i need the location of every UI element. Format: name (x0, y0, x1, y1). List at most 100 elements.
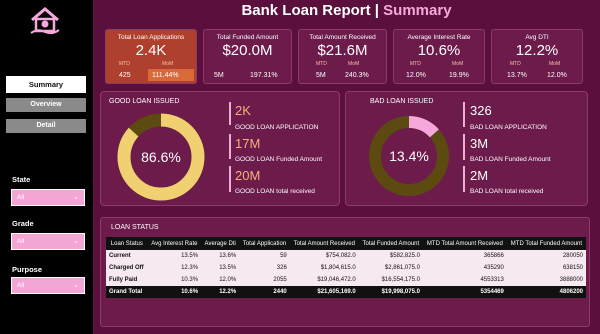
good-loan-applications-label: GOOD LOAN APPLICATION (235, 124, 319, 131)
purpose-dropdown[interactable]: All ⌄ (11, 277, 85, 294)
nav-detail-button[interactable]: Detail (6, 119, 86, 133)
kpi-mom: 197.31% (250, 72, 278, 79)
table-cell: Charged Off (106, 262, 148, 274)
kpi-value: 12.2% (515, 42, 559, 59)
kpi-mom-label: MoM (549, 61, 561, 67)
kpi-total-received[interactable]: Total Amount Received $21.6M MTD MoM 5M … (298, 29, 387, 84)
table-row[interactable]: Current 13.5% 13.6% 59 $754,082.0 $582,8… (106, 250, 586, 262)
purpose-filter-label: Purpose (12, 265, 43, 274)
table-cell: $21,605,169.0 (289, 286, 359, 298)
kpi-mom: 19.9% (449, 72, 469, 79)
bad-loan-panel: BAD LOAN ISSUED 13.4% 326 BAD LOAN APPLI… (345, 91, 588, 206)
state-dropdown[interactable]: All ⌄ (11, 189, 85, 206)
kpi-total-funded[interactable]: Total Funded Amount $20.0M 5M 197.31% (203, 29, 292, 84)
table-cell: 12.2% (201, 286, 240, 298)
kpi-mom-label: MoM (162, 61, 174, 67)
stat-divider (229, 102, 231, 125)
bad-loan-applications-value: 326 (470, 103, 492, 118)
table-cell: Current (106, 250, 148, 262)
table-cell: 13.6% (201, 250, 240, 262)
table-cell: $16,554,175.0 (358, 274, 423, 286)
column-header[interactable]: Total Application (239, 237, 290, 250)
kpi-mtd: 5M (316, 72, 326, 79)
kpi-mom: 111.44% (152, 72, 179, 79)
stat-divider (463, 134, 465, 160)
kpi-mom: 240.3% (345, 72, 369, 79)
column-header[interactable]: Average Dti (201, 237, 240, 250)
good-loan-percent: 86.6% (141, 149, 181, 165)
kpi-title: Average Interest Rate (407, 34, 471, 41)
bad-loan-funded-value: 3M (470, 136, 489, 151)
purpose-dropdown-value: All (17, 282, 25, 289)
good-loan-donut: 86.6% (117, 113, 205, 201)
table-cell: 326 (239, 262, 290, 274)
nav-summary-button[interactable]: Summary (6, 76, 86, 93)
good-loan-funded-value: 17M (235, 136, 261, 151)
table-cell: 4806200 (506, 286, 586, 298)
kpi-title: Avg DTI (525, 34, 549, 41)
kpi-mtd-label: MTD (119, 61, 130, 67)
kpi-mtd: 12.0% (406, 72, 426, 79)
kpi-total-applications[interactable]: Total Loan Applications 2.4K MTD MoM 425… (105, 29, 197, 84)
table-row[interactable]: Charged Off 12.3% 13.5% 326 $1,804,615.0… (106, 262, 586, 274)
grade-filter-label: Grade (12, 219, 34, 228)
state-dropdown-value: All (17, 194, 25, 201)
table-total-row[interactable]: Grand Total 10.6% 12.2% 2440 $21,605,169… (106, 286, 586, 298)
table-cell: 12.0% (201, 274, 240, 286)
bad-loan-received-label: BAD LOAN total received (470, 188, 544, 195)
stat-divider (229, 166, 231, 192)
page-title: Bank Loan Report | Summary (93, 2, 600, 19)
kpi-mom-label: MoM (452, 61, 464, 67)
table-cell: 4553313 (422, 274, 507, 286)
bad-loan-funded-label: BAD LOAN Funded Amount (470, 156, 551, 163)
table-cell: $582,825.0 (358, 250, 423, 262)
table-cell: 10.3% (147, 274, 202, 286)
kpi-mtd: 13.7% (507, 72, 527, 79)
table-cell: $2,861,075.0 (358, 262, 423, 274)
kpi-mtd-label: MTD (410, 61, 421, 67)
table-cell: 59 (239, 250, 290, 262)
table-row[interactable]: Fully Paid 10.3% 12.0% 2055 $19,046,472.… (106, 274, 586, 286)
kpi-value: $20.0M (222, 42, 273, 59)
kpi-avg-interest[interactable]: Average Interest Rate 10.6% MTD MoM 12.0… (393, 29, 485, 84)
nav-overview-button[interactable]: Overview (6, 98, 86, 112)
table-cell: $1,804,615.0 (289, 262, 359, 274)
loan-status-title: LOAN STATUS (111, 224, 159, 231)
chevron-down-icon: ⌄ (73, 194, 79, 201)
title-separator: | (370, 2, 384, 19)
kpi-title: Total Amount Received (309, 34, 376, 41)
table-cell: 638150 (506, 262, 586, 274)
column-header[interactable]: Avg Interest Rate (147, 237, 202, 250)
bad-loan-applications-label: BAD LOAN APPLICATION (470, 124, 547, 131)
bad-loan-percent: 13.4% (389, 148, 429, 164)
table-cell: 12.3% (147, 262, 202, 274)
grade-dropdown[interactable]: All ⌄ (11, 233, 85, 250)
bank-home-logo-icon (30, 7, 60, 35)
table-cell: $19,998,075.0 (358, 286, 423, 298)
table-cell: $754,082.0 (289, 250, 359, 262)
bad-loan-received-value: 2M (470, 168, 489, 183)
column-header[interactable]: MTD Total Funded Amount (506, 237, 586, 250)
bad-loan-title: BAD LOAN ISSUED (370, 98, 434, 105)
column-header[interactable]: Loan Status (106, 237, 148, 250)
bad-loan-donut: 13.4% (369, 116, 449, 196)
table-cell: Grand Total (106, 286, 148, 298)
kpi-mtd: 5M (214, 72, 224, 79)
table-cell: $19,046,472.0 (289, 274, 359, 286)
column-header[interactable]: Total Amount Received (289, 237, 359, 250)
column-header[interactable]: Total Funded Amount (358, 237, 423, 250)
table-cell: 435290 (422, 262, 507, 274)
chevron-down-icon: ⌄ (73, 238, 79, 245)
sidebar: Summary Overview Detail State All ⌄ Grad… (0, 0, 93, 334)
good-loan-received-label: GOOD LOAN total received (235, 188, 315, 195)
kpi-avg-dti[interactable]: Avg DTI 12.2% MTD MoM 13.7% 12.0% (491, 29, 583, 84)
grade-dropdown-value: All (17, 238, 25, 245)
report-subtitle: Summary (383, 2, 452, 19)
kpi-value: 2.4K (135, 42, 167, 59)
good-loan-applications-value: 2K (235, 103, 251, 118)
kpi-title: Total Funded Amount (216, 34, 279, 41)
column-header[interactable]: MTD Total Amount Received (422, 237, 507, 250)
table-cell: 3888000 (506, 274, 586, 286)
chevron-down-icon: ⌄ (73, 282, 79, 289)
kpi-mtd: 425 (119, 72, 131, 79)
